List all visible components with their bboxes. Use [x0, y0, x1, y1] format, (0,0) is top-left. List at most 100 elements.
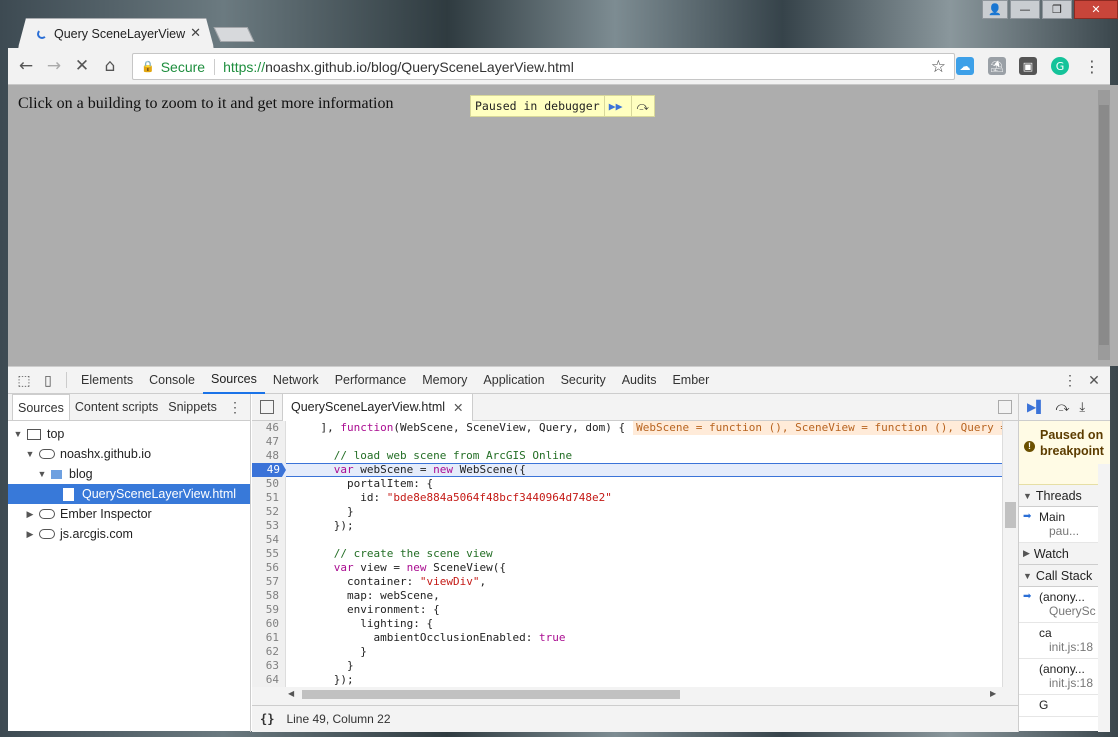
step-into-icon[interactable]: ⤓	[1079, 400, 1085, 415]
expand-triangle-icon[interactable]: ▼	[36, 469, 48, 479]
new-tab-button[interactable]	[213, 27, 255, 42]
line-number[interactable]: 58	[252, 589, 286, 603]
expand-triangle-icon[interactable]: ▼	[12, 429, 24, 439]
loading-spinner-icon	[37, 29, 47, 39]
line-number[interactable]: 47	[252, 435, 286, 449]
tab-security[interactable]: Security	[553, 367, 614, 394]
pretty-print-icon[interactable]: {}	[252, 712, 286, 726]
line-number[interactable]: 55	[252, 547, 286, 561]
call-frame[interactable]: G	[1019, 695, 1110, 717]
back-arrow-icon[interactable]: ←	[14, 54, 38, 78]
toggle-navigator-icon[interactable]	[260, 400, 274, 414]
line-number[interactable]: 63	[252, 659, 286, 673]
navigator-tab-list: Sources Content scripts Snippets	[8, 394, 222, 420]
close-file-icon[interactable]: ✕	[453, 400, 463, 415]
code-vertical-scrollbar[interactable]	[1002, 421, 1018, 687]
navigator-tab-content-scripts[interactable]: Content scripts	[70, 394, 163, 420]
editor-file-tab[interactable]: QuerySceneLayerView.html ✕	[282, 393, 473, 421]
line-number[interactable]: 60	[252, 617, 286, 631]
line-number[interactable]: 64	[252, 673, 286, 687]
url-path: noashx.github.io/blog/QuerySceneLayerVie…	[265, 58, 574, 75]
line-number[interactable]: 57	[252, 575, 286, 589]
scroll-left-icon[interactable]: ◀	[288, 689, 294, 698]
tree-item-label: js.arcgis.com	[60, 527, 133, 541]
code-area[interactable]: 46 ], function(WebScene, SceneView, Quer…	[252, 421, 1018, 687]
line-number[interactable]: 54	[252, 533, 286, 547]
watch-section-header[interactable]: ▶ Watch	[1019, 543, 1110, 565]
shield-extension-icon[interactable]: ▣	[1019, 57, 1037, 75]
forward-arrow-icon[interactable]: →	[42, 54, 66, 78]
collapse-triangle-icon[interactable]: ▶	[24, 529, 36, 540]
tab-application[interactable]: Application	[475, 367, 552, 394]
line-number[interactable]: 53	[252, 519, 286, 533]
address-bar[interactable]: 🔒 Secure https:// noashx.github.io/blog/…	[132, 53, 955, 80]
step-over-icon[interactable]: ⤼	[630, 96, 654, 116]
code-text: }	[294, 659, 354, 672]
more-options-icon[interactable]: ⋮	[1058, 367, 1082, 394]
scroll-right-icon[interactable]: ▶	[990, 689, 996, 698]
maximize-button[interactable]: ❐	[1042, 0, 1072, 19]
minimize-button[interactable]: —	[1010, 0, 1040, 19]
collapse-triangle-icon[interactable]: ▶	[24, 509, 36, 520]
thread-main[interactable]: ➡ Main pau...	[1019, 507, 1110, 543]
code-horizontal-thumb[interactable]	[302, 690, 680, 699]
line-number[interactable]: 61	[252, 631, 286, 645]
stop-loading-icon[interactable]: ✕	[70, 54, 94, 78]
grammarly-icon[interactable]: G	[1051, 57, 1069, 75]
device-toolbar-icon[interactable]: ▯	[36, 367, 60, 394]
tab-memory[interactable]: Memory	[414, 367, 475, 394]
step-over-icon[interactable]: ⤼	[1055, 400, 1069, 415]
tab-performance[interactable]: Performance	[327, 367, 415, 394]
tree-item[interactable]: ▶ Ember Inspector	[8, 504, 250, 524]
tree-item[interactable]: ▼ noashx.github.io	[8, 444, 250, 464]
tree-item[interactable]: ▶ js.arcgis.com	[8, 524, 250, 544]
call-frame[interactable]: (anony... init.js:18	[1019, 659, 1110, 695]
line-number[interactable]: 62	[252, 645, 286, 659]
navigator-tab-snippets[interactable]: Snippets	[163, 394, 222, 420]
inspect-element-icon[interactable]: ⬚	[12, 367, 36, 394]
expand-triangle-icon[interactable]: ▼	[24, 449, 36, 459]
code-vertical-thumb[interactable]	[1005, 502, 1016, 528]
line-number[interactable]: 56	[252, 561, 286, 575]
line-number[interactable]: 51	[252, 491, 286, 505]
call-frame[interactable]: ➡ (anony... QuerySc	[1019, 587, 1110, 623]
browser-tab[interactable]: Query SceneLayerView ✕	[18, 18, 214, 48]
close-devtools-icon[interactable]: ✕	[1082, 367, 1106, 394]
threads-section-header[interactable]: ▼ Threads	[1019, 485, 1110, 507]
callstack-section-header[interactable]: ▼ Call Stack	[1019, 565, 1110, 587]
user-icon[interactable]: 👤	[982, 0, 1008, 19]
tab-network[interactable]: Network	[265, 367, 327, 394]
tab-close-icon[interactable]: ✕	[190, 26, 201, 41]
tree-item[interactable]: ▼ blog	[8, 464, 250, 484]
page-scroll-thumb[interactable]	[1099, 105, 1109, 345]
menu-kebab-icon[interactable]: ⋮	[1080, 54, 1104, 78]
sidebar-scrollbar[interactable]	[1098, 464, 1110, 732]
cloud-extension-icon[interactable]: ☁	[956, 57, 974, 75]
home-icon[interactable]: ⌂	[98, 54, 122, 78]
close-window-button[interactable]: ✕	[1074, 0, 1118, 19]
line-number[interactable]: 46	[252, 421, 286, 435]
line-number[interactable]: 48	[252, 449, 286, 463]
code-line: 62 }	[252, 645, 1018, 659]
tab-audits[interactable]: Audits	[614, 367, 665, 394]
line-number[interactable]: 49	[252, 463, 286, 477]
tree-item[interactable]: QuerySceneLayerView.html	[8, 484, 250, 504]
page-viewport[interactable]: Click on a building to zoom to it and ge…	[8, 85, 1118, 366]
line-number[interactable]: 50	[252, 477, 286, 491]
tab-sources[interactable]: Sources	[202, 367, 265, 394]
tab-console[interactable]: Console	[141, 367, 203, 394]
line-number[interactable]: 59	[252, 603, 286, 617]
extension-icon[interactable]: ⛱	[988, 57, 1006, 75]
navigator-tab-sources[interactable]: Sources	[12, 394, 70, 420]
tab-elements[interactable]: Elements	[73, 367, 141, 394]
call-frame[interactable]: ca init.js:18	[1019, 623, 1110, 659]
tree-item[interactable]: ▼ top	[8, 424, 250, 444]
resume-icon[interactable]: ▶▶	[603, 96, 627, 116]
tab-ember[interactable]: Ember	[664, 367, 717, 394]
resume-icon[interactable]: ▶▌	[1027, 400, 1045, 414]
line-number[interactable]: 52	[252, 505, 286, 519]
bookmark-star-icon[interactable]: ☆	[931, 57, 946, 77]
devtools-tab-bar: ⬚ ▯ Elements Console Sources Network Perform…	[8, 367, 1110, 394]
toggle-debugger-icon[interactable]	[998, 400, 1012, 414]
navigator-menu-icon[interactable]: ⋮	[228, 399, 242, 416]
